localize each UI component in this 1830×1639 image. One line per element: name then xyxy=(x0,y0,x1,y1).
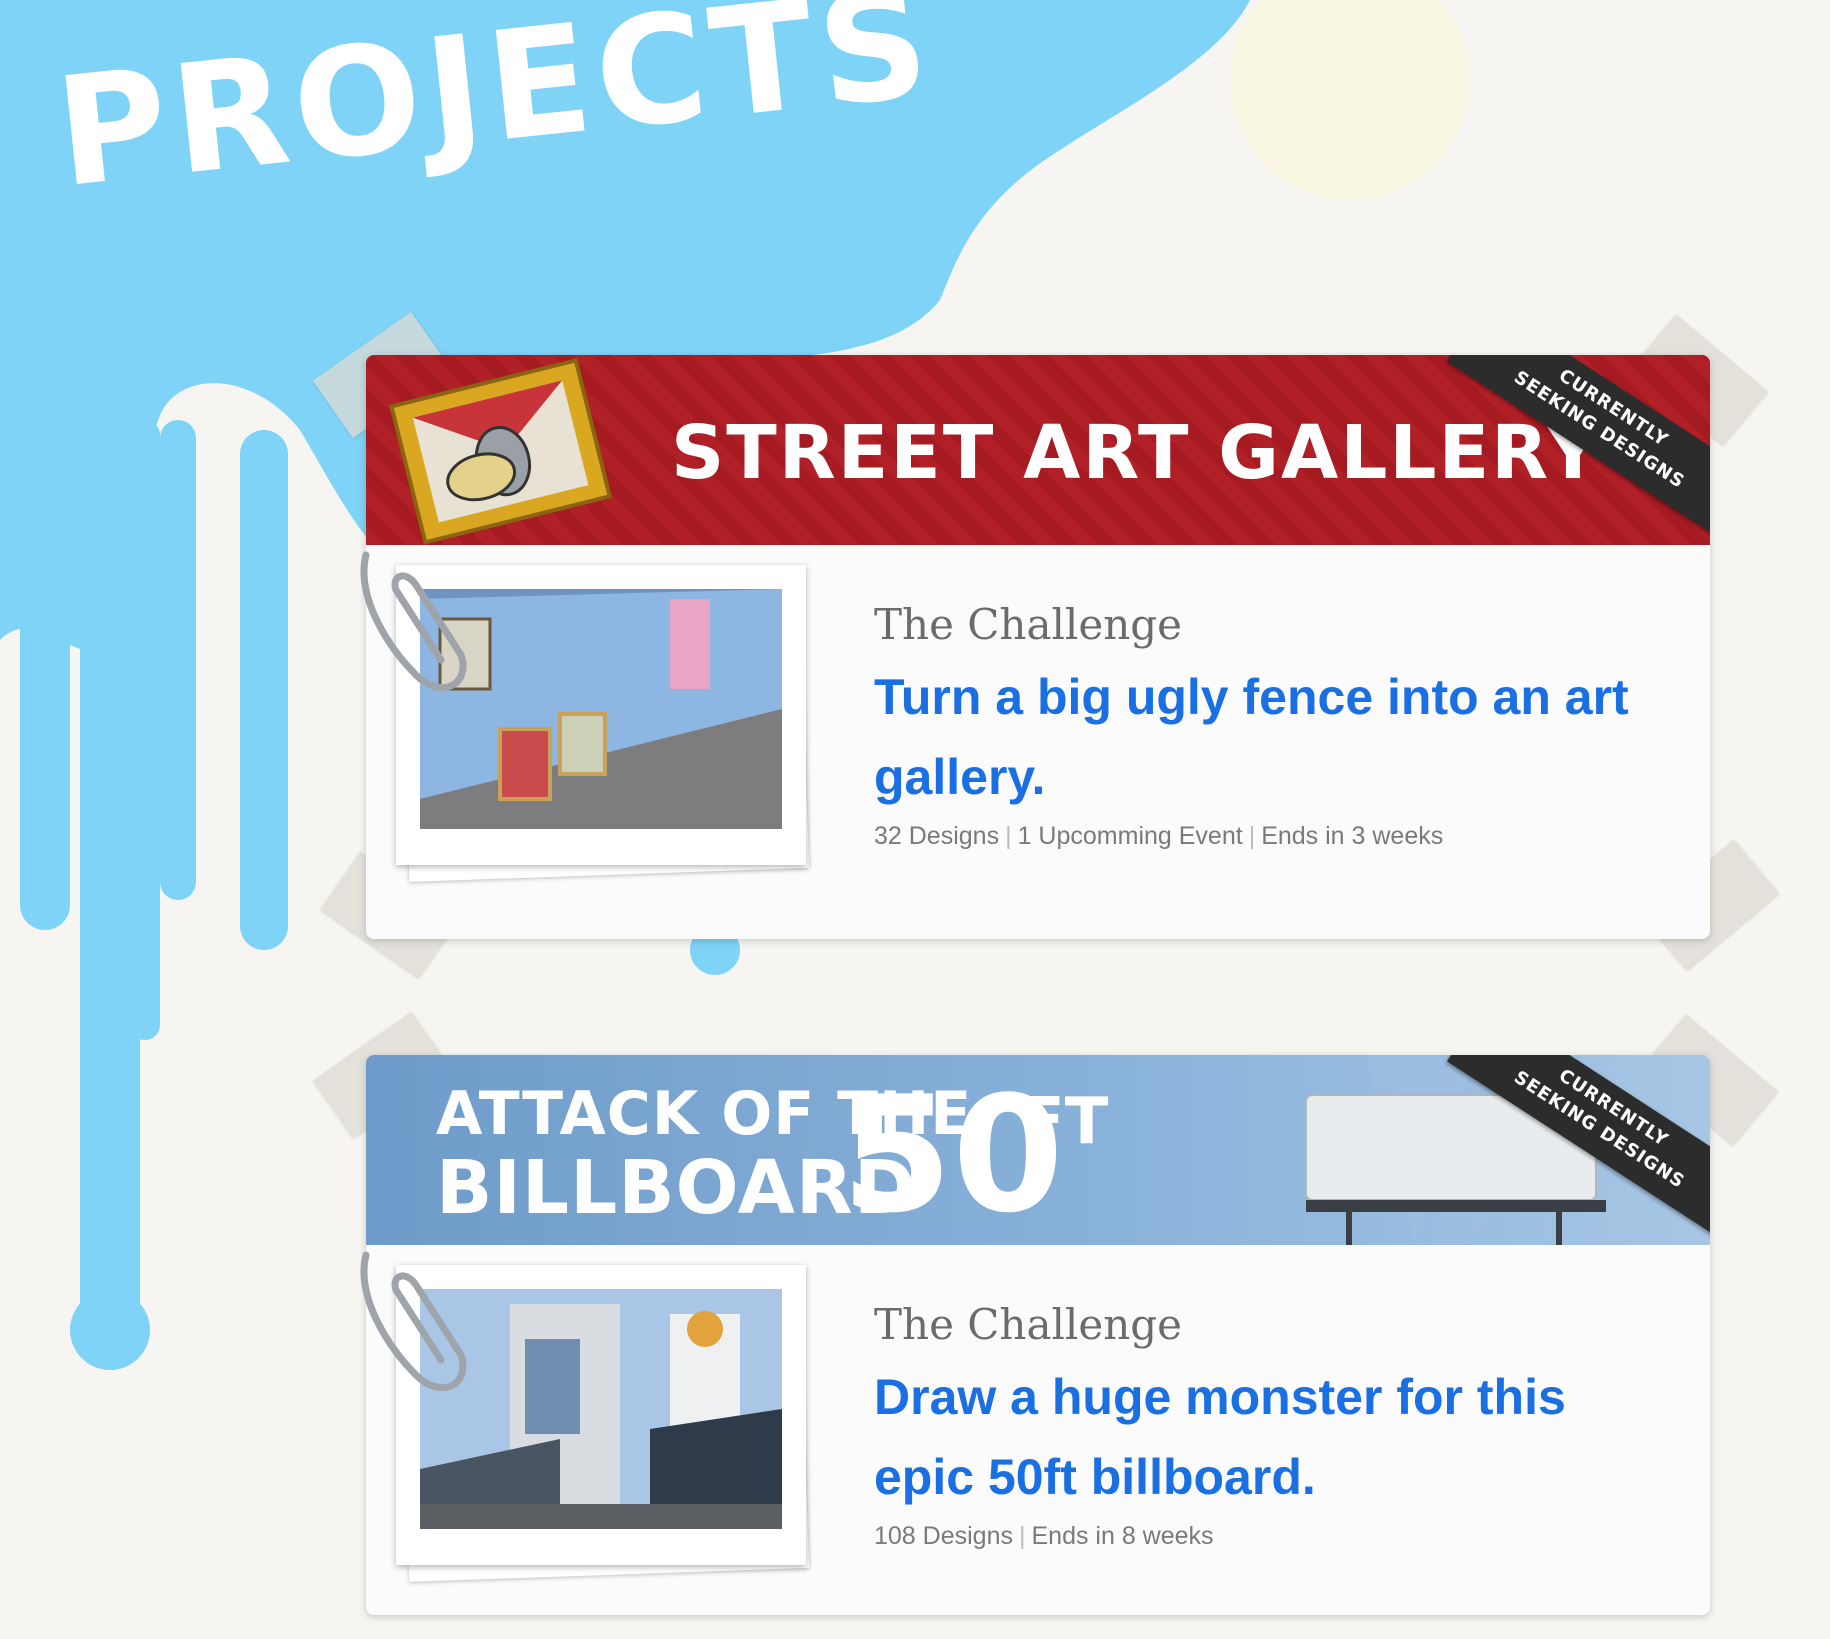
designs-count[interactable]: 32 Designs xyxy=(874,822,999,850)
events-count[interactable]: 1 Upcomming Event xyxy=(1018,822,1243,850)
ends-in: Ends in 3 weeks xyxy=(1261,822,1444,850)
project-meta: 108 Designs | Ends in 8 weeks xyxy=(874,1522,1214,1550)
banner-title: STREET ART GALLERY xyxy=(671,410,1602,496)
project-banner[interactable]: ATTACK OF THE BILLBOARD 50 FT CURRENTLY … xyxy=(366,1055,1710,1245)
challenge-heading: The Challenge xyxy=(874,600,1183,649)
paperclip-icon xyxy=(360,551,467,692)
paperclip-icon xyxy=(360,1251,467,1392)
challenge-link[interactable]: Draw a huge monster for this epic 50ft b… xyxy=(874,1357,1634,1517)
project-banner[interactable]: STREET ART GALLERY CURRENTLY SEEKING DES… xyxy=(366,355,1710,545)
project-meta: 32 Designs | 1 Upcomming Event | Ends in 3 w… xyxy=(874,822,1444,850)
banner-title-unit: FT xyxy=(1021,1085,1109,1159)
project-card-billboard[interactable]: ATTACK OF THE BILLBOARD 50 FT CURRENTLY … xyxy=(360,1055,1710,1615)
challenge-link[interactable]: Turn a big ugly fence into an art galler… xyxy=(874,657,1634,817)
project-card-street-art[interactable]: STREET ART GALLERY CURRENTLY SEEKING DES… xyxy=(360,355,1710,939)
ends-in: Ends in 8 weeks xyxy=(1031,1522,1214,1550)
challenge-heading: The Challenge xyxy=(874,1300,1183,1349)
designs-count[interactable]: 108 Designs xyxy=(874,1522,1013,1550)
